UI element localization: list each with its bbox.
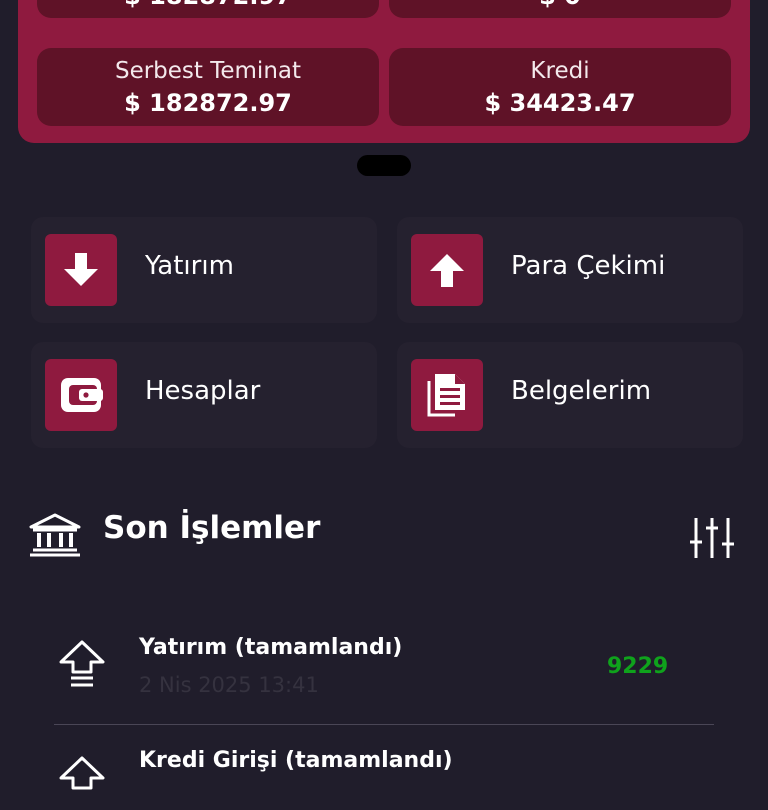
summary-card: $ 182872.97 bbox=[37, 0, 379, 18]
upload-arrow-icon bbox=[56, 754, 108, 810]
documents-label: Belgelerim bbox=[511, 376, 652, 406]
summary-card-value: $ 182872.97 bbox=[37, 0, 379, 10]
withdraw-label: Para Çekimi bbox=[511, 251, 666, 281]
arrow-down-icon bbox=[45, 234, 117, 306]
transaction-row[interactable]: Yatırım (tamamlandı) 2 Nis 2025 13:41 92… bbox=[54, 624, 714, 725]
arrow-up-icon bbox=[411, 234, 483, 306]
transaction-title: Kredi Girişi (tamamlandı) bbox=[139, 748, 453, 773]
summary-card-label: Kredi bbox=[530, 58, 590, 84]
bank-icon bbox=[28, 512, 82, 562]
section-title: Son İşlemler bbox=[103, 510, 321, 546]
transaction-row[interactable]: Kredi Girişi (tamamlandı) bbox=[54, 738, 714, 798]
summary-card-value: $ 182872.97 bbox=[124, 89, 292, 117]
summary-card: $ 0 bbox=[389, 0, 731, 18]
recent-transactions-header: Son İşlemler bbox=[28, 508, 740, 564]
documents-icon bbox=[411, 359, 483, 431]
documents-button[interactable]: Belgelerim bbox=[397, 342, 743, 448]
summary-card-credit: Kredi $ 34423.47 bbox=[389, 48, 731, 126]
drag-handle[interactable] bbox=[357, 155, 411, 176]
transaction-title: Yatırım (tamamlandı) bbox=[139, 635, 403, 660]
transaction-date: 2 Nis 2025 13:41 bbox=[139, 673, 319, 697]
withdraw-button[interactable]: Para Çekimi bbox=[397, 217, 743, 323]
account-summary-panel: $ 182872.97 $ 0 Serbest Teminat $ 182872… bbox=[18, 0, 750, 143]
accounts-button[interactable]: Hesaplar bbox=[31, 342, 377, 448]
summary-card-label: Serbest Teminat bbox=[114, 58, 302, 84]
summary-card-value: $ 0 bbox=[389, 0, 731, 10]
wallet-icon bbox=[45, 359, 117, 431]
summary-card-value: $ 34423.47 bbox=[484, 89, 636, 117]
summary-card-free-collateral: Serbest Teminat $ 182872.97 bbox=[37, 48, 379, 126]
transaction-amount: 9229 bbox=[607, 654, 669, 679]
deposit-label: Yatırım bbox=[145, 251, 234, 281]
upload-arrow-icon bbox=[56, 638, 108, 694]
deposit-button[interactable]: Yatırım bbox=[31, 217, 377, 323]
accounts-label: Hesaplar bbox=[145, 376, 261, 406]
sliders-icon[interactable] bbox=[688, 514, 736, 566]
